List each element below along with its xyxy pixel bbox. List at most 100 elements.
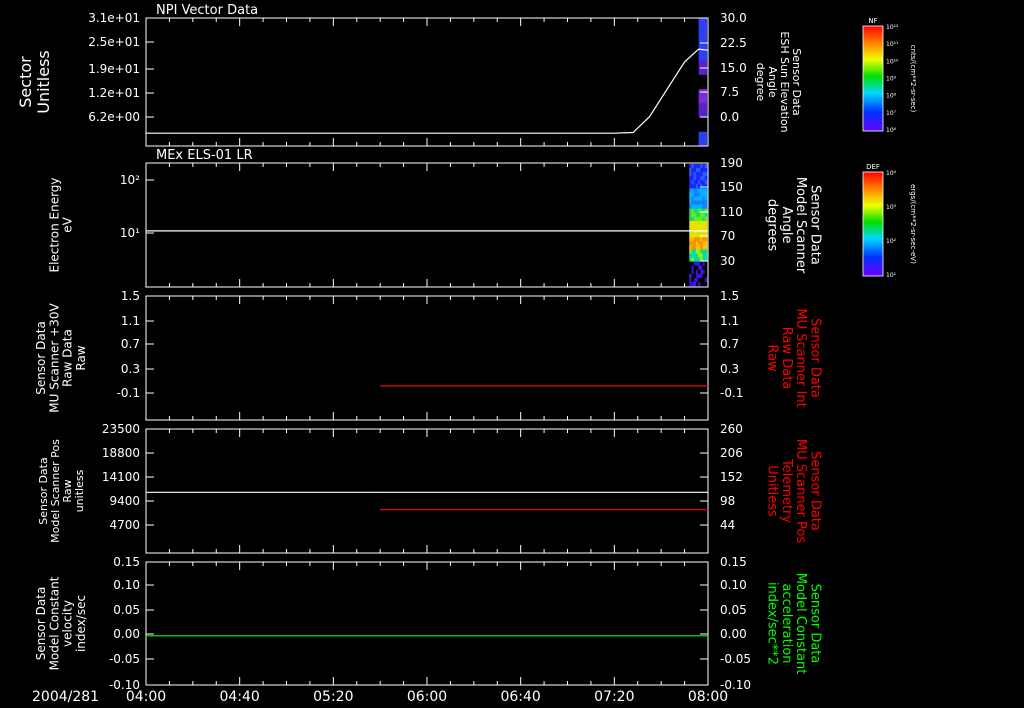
p2-spectrogram-cell (700, 192, 703, 197)
p3-right-tick: 1.1 (720, 314, 739, 328)
p1-right-label-line: ESH Sun Elevation (778, 31, 791, 132)
p2-spectrogram-cell (700, 180, 703, 185)
p2-spectrogram-cell (698, 245, 701, 250)
p2-spectrogram-cell (702, 204, 706, 210)
p3-left-tick: 0.7 (121, 337, 140, 351)
p1-left-label: SectorUnitless (16, 50, 53, 114)
p2-spectrogram-cell (689, 164, 692, 169)
p2-spectrogram-cell (698, 216, 701, 222)
p5-right-tick: 0.00 (720, 627, 747, 641)
colorbar-0-tick: 10¹⁰ (886, 58, 899, 65)
p2-spectrogram-cell (698, 265, 701, 271)
p2-spectrogram-cell (693, 204, 697, 210)
p2-spectrogram-cell (704, 225, 708, 230)
p2-spectrogram-cell (700, 200, 703, 205)
p5-right-label-line: Sensor Data (807, 584, 822, 664)
p1-left-tick: 1.9e+01 (88, 62, 140, 76)
p2-spectrogram-cell (698, 273, 701, 279)
p3-left-label-line: Raw Data (61, 329, 75, 387)
p5-left-tick: 0.10 (113, 578, 140, 592)
colorbar-0-tick: 10⁷ (886, 110, 897, 117)
p2-spectrogram-cell (693, 245, 697, 250)
p2-spectrogram-cell (693, 176, 697, 181)
p2-spectrogram-cell (695, 225, 699, 230)
p2-spectrogram-cell (693, 253, 697, 258)
time-tick-label: 06:00 (407, 689, 447, 705)
p2-spectrogram-cell (700, 220, 703, 226)
p2-spectrogram-cell (704, 233, 708, 238)
p2-spectrogram-cell (704, 192, 708, 197)
p2-spectrogram-cell (695, 233, 699, 238)
p2-spectrogram-cell (702, 241, 706, 246)
p1-left-tick: 6.2e+00 (88, 110, 140, 124)
p2-spectrogram-cell (689, 192, 692, 197)
p2-spectrogram-cell (693, 261, 697, 266)
p2-spectrogram-cell (700, 245, 703, 250)
p2-spectrogram-cell (691, 196, 694, 201)
p2-spectrogram-cell (693, 184, 697, 189)
p2-spectrogram-cell (689, 172, 692, 177)
p5-right-tick: 0.15 (720, 555, 747, 569)
p1-spectrogram-cell (698, 89, 707, 104)
p3-left-label-line: MU Scanner +30V (47, 303, 61, 413)
p2-spectrogram-cell (693, 200, 697, 205)
p2-right-tick: 190 (720, 156, 743, 170)
p2-spectrogram-cell (689, 269, 692, 275)
p2-spectrogram-cell (698, 176, 701, 181)
colorbar-0-tick: 10⁶ (886, 127, 897, 134)
p2-spectrogram-cell (691, 164, 694, 169)
p2-spectrogram-cell (691, 220, 694, 226)
time-tick-label: 07:20 (594, 689, 634, 705)
colorbar-0-tick: 10⁸ (886, 93, 897, 100)
p5-left-label-line: index/sec (74, 595, 88, 652)
p2-right-label-line: degrees (765, 199, 780, 252)
p5-right-label-line: index/sec**2 (765, 582, 780, 665)
p1-left-label-line: Sector (16, 56, 35, 108)
p2-spectrogram-cell (704, 188, 708, 193)
p2-spectrogram-cell (704, 269, 708, 275)
p1-title: NPI Vector Data (156, 3, 258, 18)
p1-spectrogram-cell (698, 32, 707, 47)
p2-spectrogram-cell (704, 249, 708, 254)
p2-spectrogram-cell (689, 273, 692, 279)
p2-spectrogram-cell (702, 281, 706, 287)
p5-right-label: Sensor DataModel Constantaccelerationind… (765, 573, 823, 675)
p4-left-tick: 9400 (109, 494, 140, 508)
p2-spectrogram-cell (693, 220, 697, 226)
p2-left-tick: 10¹ (120, 226, 140, 240)
p2-spectrogram-cell (702, 253, 706, 258)
p2-spectrogram-cell (702, 249, 706, 254)
p5-left-tick: 0.15 (113, 555, 140, 569)
p2-spectrogram-cell (698, 196, 701, 201)
p2-spectrogram-cell (700, 188, 703, 193)
p2-spectrogram-cell (704, 180, 708, 185)
p2-spectrogram-cell (693, 172, 697, 177)
p4-left-tick: 23500 (102, 422, 140, 436)
p2-spectrogram-cell (691, 237, 694, 242)
p2-spectrogram-cell (702, 180, 706, 185)
p5-right-tick: 0.10 (720, 578, 747, 592)
p2-spectrogram-cell (698, 261, 701, 266)
time-tick-label: 06:40 (500, 689, 540, 705)
p5-left-tick: -0.05 (109, 652, 140, 666)
p4-left-label-line: Model Scanner Pos (49, 439, 62, 543)
p1-spectrogram-cell (698, 131, 707, 147)
p2-right-tick: 150 (720, 180, 743, 194)
p1-right-label-line: degree (754, 63, 767, 102)
p2-spectrogram-cell (698, 225, 701, 230)
p2-spectrogram-cell (698, 233, 701, 238)
p2-spectrogram-cell (693, 168, 697, 173)
p2-spectrogram-cell (700, 168, 703, 173)
p2-spectrogram-cell (689, 176, 692, 181)
p2-spectrogram-cell (698, 220, 701, 226)
p2-right-tick: 30 (720, 254, 735, 268)
p2-spectrogram-cell (695, 281, 699, 287)
p2-spectrogram-cell (702, 273, 706, 279)
p1-left-label-line: Unitless (34, 50, 53, 114)
p2-spectrogram-cell (695, 208, 699, 214)
p2-right-label-line: Sensor Data (807, 185, 822, 265)
p2-spectrogram-cell (700, 172, 703, 177)
p2-spectrogram-cell (698, 204, 701, 210)
p1-left-tick: 3.1e+01 (88, 11, 140, 25)
p2-spectrogram-cell (691, 225, 694, 230)
